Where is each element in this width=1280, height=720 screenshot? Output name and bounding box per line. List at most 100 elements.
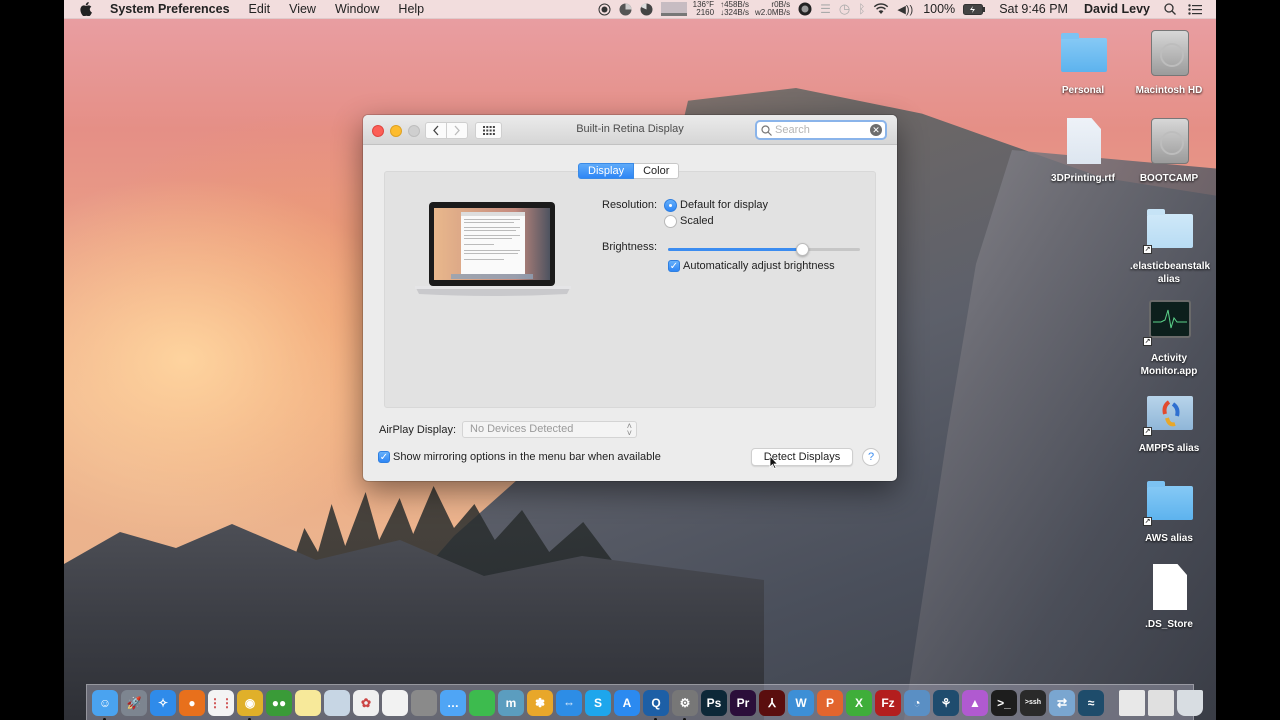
desktop-icon-ampps-alias[interactable]: ↗ AMPPS alias bbox=[1124, 388, 1214, 455]
network-stats[interactable]: ↑458B/s ↓324B/s bbox=[720, 1, 749, 17]
dock-firefox-icon[interactable]: ● bbox=[179, 689, 205, 716]
memory-pie-icon[interactable] bbox=[640, 2, 653, 16]
user-name[interactable]: David Levy bbox=[1084, 2, 1150, 16]
dock-ssh-terminal-icon[interactable]: >ssh bbox=[1020, 689, 1046, 716]
dock-skype-icon[interactable]: S bbox=[585, 689, 611, 716]
dock-ampps-icon[interactable]: ◔ bbox=[904, 689, 930, 716]
mirroring-checkbox[interactable]: ✓ bbox=[378, 451, 390, 463]
wifi-icon[interactable] bbox=[873, 3, 889, 15]
volume-icon[interactable]: ◀)) bbox=[897, 3, 913, 16]
help-button[interactable]: ? bbox=[862, 448, 880, 466]
menu-app-name[interactable]: System Preferences bbox=[110, 2, 230, 16]
forward-button[interactable] bbox=[447, 122, 468, 139]
dock-growl-icon[interactable]: ✽ bbox=[527, 689, 553, 716]
dock-chrome-icon[interactable]: ◉ bbox=[237, 689, 263, 720]
dock-system-preferences-icon[interactable]: ⚙ bbox=[672, 689, 698, 720]
dock-facetime-icon[interactable] bbox=[469, 689, 495, 716]
dock-powerpoint-icon[interactable]: P bbox=[817, 689, 843, 716]
mirroring-label[interactable]: Show mirroring options in the menu bar w… bbox=[393, 451, 661, 463]
stack-icon[interactable]: ☰ bbox=[820, 2, 831, 16]
menu-edit[interactable]: Edit bbox=[249, 2, 271, 16]
clock[interactable]: Sat 9:46 PM bbox=[999, 2, 1068, 16]
dock-acrobat-icon[interactable]: ⅄ bbox=[759, 689, 785, 716]
dock-safari-icon[interactable]: ✧ bbox=[150, 689, 176, 716]
dock-launchpad-icon[interactable]: 🚀 bbox=[121, 689, 147, 716]
scaled-label[interactable]: Scaled bbox=[680, 215, 714, 227]
brightness-slider-knob[interactable] bbox=[796, 243, 810, 256]
cpu-graph-icon[interactable] bbox=[660, 2, 687, 16]
show-all-button[interactable] bbox=[475, 122, 502, 139]
bluetooth-icon[interactable]: ᛒ bbox=[858, 2, 865, 16]
desktop-icon-activity-monitor[interactable]: ↗ Activity Monitor.app bbox=[1124, 298, 1214, 378]
back-button[interactable] bbox=[425, 122, 447, 139]
dock-downloads-icon[interactable] bbox=[1148, 689, 1174, 716]
desktop-icon-elasticbeanstalk-alias[interactable]: ↗ .elasticbeanstalk alias bbox=[1124, 206, 1214, 286]
desktop-icon-personal[interactable]: Personal bbox=[1038, 30, 1128, 97]
radio-scaled[interactable] bbox=[664, 215, 677, 228]
desktop-icon-bootcamp[interactable]: BOOTCAMP bbox=[1124, 118, 1214, 185]
apple-menu-icon[interactable] bbox=[80, 2, 94, 16]
dock-finder-icon[interactable]: ☺ bbox=[92, 689, 118, 720]
zoom-window-button[interactable] bbox=[408, 125, 420, 137]
detect-displays-button[interactable]: Detect Displays bbox=[751, 448, 853, 466]
notification-center-icon[interactable] bbox=[1188, 3, 1202, 15]
record-icon[interactable] bbox=[598, 3, 611, 16]
desktop-icon-3dprinting-rtf[interactable]: 3DPrinting.rtf bbox=[1038, 118, 1128, 185]
istat-icon[interactable] bbox=[798, 2, 812, 16]
time-machine-icon[interactable]: ◷ bbox=[839, 1, 850, 17]
cpu-pie-icon[interactable] bbox=[619, 3, 632, 16]
dock-sourcetree-icon[interactable]: ⚘ bbox=[933, 689, 959, 716]
desktop-icon-aws-alias[interactable]: ↗ AWS alias bbox=[1124, 478, 1214, 545]
display-preferences-window: Built-in Retina Display ✕ Display Color bbox=[363, 115, 897, 481]
search-input[interactable] bbox=[775, 124, 867, 136]
dock-documents-icon[interactable] bbox=[1119, 689, 1145, 716]
menu-help[interactable]: Help bbox=[398, 2, 424, 16]
dock-filezilla-icon[interactable]: Fz bbox=[875, 689, 901, 716]
dock-preview-icon[interactable] bbox=[324, 689, 350, 716]
menu-window[interactable]: Window bbox=[335, 2, 379, 16]
battery-percent[interactable]: 100% bbox=[923, 2, 955, 16]
dock-google-apps-icon[interactable]: ⋮⋮ bbox=[208, 689, 234, 716]
dock-mining-icon[interactable]: m bbox=[498, 689, 524, 716]
clear-search-icon[interactable]: ✕ bbox=[870, 124, 882, 136]
disk-stats[interactable]: r0B/s w2.0MB/s bbox=[755, 1, 790, 17]
close-window-button[interactable] bbox=[372, 125, 384, 137]
tab-display[interactable]: Display bbox=[578, 163, 635, 179]
tab-color[interactable]: Color bbox=[634, 163, 680, 179]
radio-default-for-display[interactable] bbox=[664, 199, 677, 212]
dock-teamviewer-icon[interactable]: ⇔ bbox=[556, 689, 582, 716]
sensor-stats[interactable]: 136°F 2160 bbox=[693, 1, 714, 17]
search-field[interactable]: ✕ bbox=[755, 120, 887, 140]
window-titlebar[interactable]: Built-in Retina Display ✕ bbox=[363, 115, 897, 145]
desktop-icon-ds-store[interactable]: .DS_Store bbox=[1124, 564, 1214, 631]
dock-excel-icon[interactable]: X bbox=[846, 689, 872, 716]
dock-terminal-icon[interactable]: >_ bbox=[991, 689, 1017, 716]
dock-quicktime-icon[interactable]: Q bbox=[643, 689, 669, 720]
dock-premiere-icon[interactable]: Pr bbox=[730, 689, 756, 716]
airplay-display-select[interactable]: No Devices Detected ˄ ˅ bbox=[462, 421, 637, 438]
chevron-left-icon bbox=[433, 125, 439, 136]
dock-glyph: ≈ bbox=[1087, 695, 1095, 710]
dock-photos-icon[interactable]: ✿ bbox=[353, 689, 379, 716]
spotlight-icon[interactable] bbox=[1164, 3, 1176, 15]
dock-app-store-icon[interactable]: A bbox=[614, 689, 640, 716]
dock-messages-icon[interactable]: … bbox=[440, 689, 466, 716]
dock-kaleidoscope-icon[interactable]: ▲ bbox=[962, 689, 988, 716]
dock-calculator-icon[interactable] bbox=[411, 689, 437, 716]
battery-icon[interactable] bbox=[963, 3, 986, 15]
dock-mysql-workbench-icon[interactable]: ≈ bbox=[1078, 689, 1104, 716]
menu-view[interactable]: View bbox=[289, 2, 316, 16]
brightness-slider[interactable] bbox=[668, 243, 860, 256]
dock-photoshop-icon[interactable]: Ps bbox=[701, 689, 727, 716]
default-for-display-label[interactable]: Default for display bbox=[680, 199, 768, 211]
dock-network-utility-icon[interactable]: ⇄ bbox=[1049, 689, 1075, 716]
auto-brightness-checkbox[interactable]: ✓ bbox=[668, 260, 680, 272]
auto-brightness-label[interactable]: Automatically adjust brightness bbox=[683, 260, 835, 272]
dock-notes-icon[interactable] bbox=[295, 689, 321, 716]
dock-word-icon[interactable]: W bbox=[788, 689, 814, 716]
desktop-icon-macintosh-hd[interactable]: Macintosh HD bbox=[1124, 30, 1214, 97]
dock-textedit-icon[interactable] bbox=[382, 689, 408, 716]
minimize-window-button[interactable] bbox=[390, 125, 402, 137]
dock-roboform-icon[interactable]: ●● bbox=[266, 689, 292, 716]
dock-trash-icon[interactable] bbox=[1177, 689, 1203, 716]
